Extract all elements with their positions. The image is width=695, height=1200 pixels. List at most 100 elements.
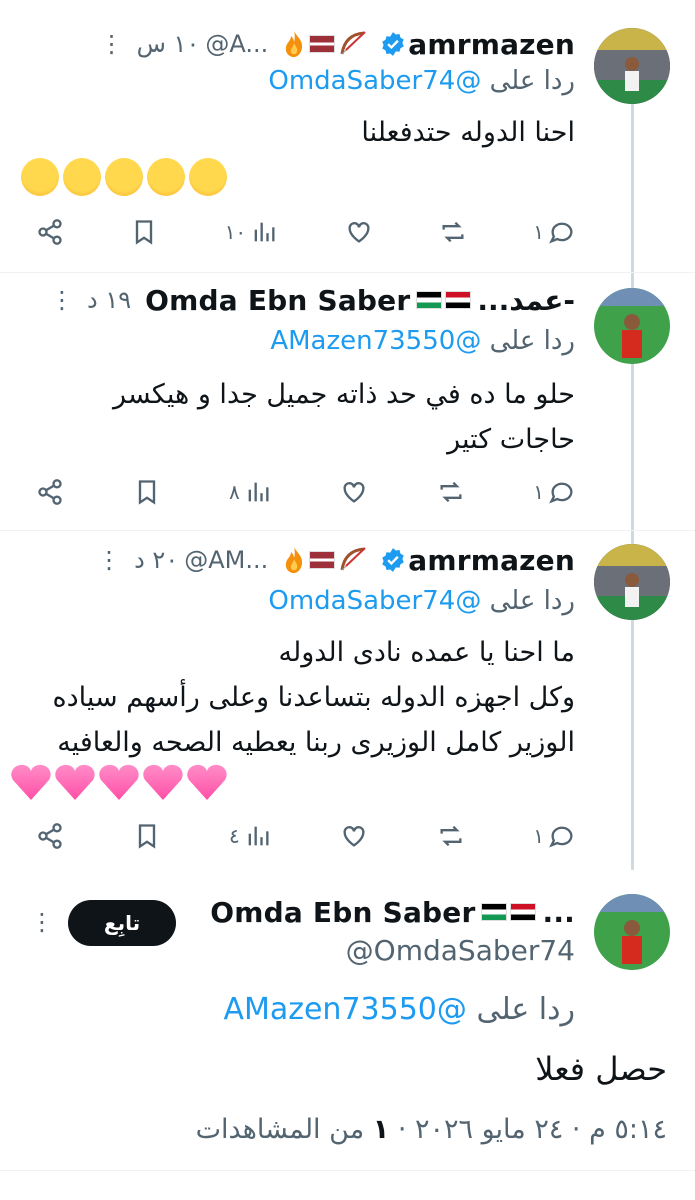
laughing-emoji-icon [105,158,143,196]
tweet-header: amrmazen @A... ١٠ س ⋮ [100,26,575,62]
more-icon[interactable]: ⋮ [97,546,121,574]
reply-button[interactable]: ١ [533,478,576,506]
retweet-button[interactable] [437,478,465,506]
fire-icon [286,31,303,57]
author-name[interactable]: amrmazen [408,28,575,61]
reply-icon [549,482,573,504]
reply-prefix: ردا على [489,66,575,96]
tweet-time[interactable]: ١٩ د [87,286,131,314]
like-button[interactable] [345,218,373,246]
retweet-button[interactable] [439,218,467,246]
retweet-button[interactable] [437,822,465,850]
views-count: ٨ [229,480,240,504]
views-button[interactable]: ٨ [229,478,272,506]
bookmark-icon [136,220,153,245]
laughing-emoji-icon [189,158,227,196]
verified-icon [382,548,404,572]
emoji-row [21,158,227,196]
laughing-emoji-icon [21,158,59,196]
tweet-header: ...عمد- Omda Ebn Saber ١٩ د ⋮ [50,282,575,318]
latvia-flag-icon [309,551,336,569]
reply-context: ردا على @AMazen73550 [223,992,575,1027]
egypt-flag-icon [510,903,537,921]
name-emojis [282,30,368,58]
reply-button[interactable]: ١ [533,822,576,850]
tweet-text: ما احنا يا عمده نادى الدوله وكل اجهزه ال… [15,630,576,765]
heart-ribbon-emoji-icon [55,764,95,800]
author-handle[interactable]: @A... [205,30,268,58]
author-handle[interactable]: @AM... [184,546,268,574]
views-button[interactable]: ٤ [229,822,272,850]
author-name-suffix[interactable]: ... [542,896,575,929]
like-button[interactable] [340,478,368,506]
views-icon [248,482,269,502]
author-name[interactable]: Omda Ebn Saber [145,284,410,317]
reply-prefix: ردا على [489,586,575,616]
bow-arrow-icon [340,547,366,571]
name-emojis [282,546,368,574]
fire-icon [286,547,303,573]
tweet-time[interactable]: ٢٠ د [134,546,178,574]
reply-button[interactable]: ١ [533,218,576,246]
more-icon[interactable]: ⋮ [100,30,124,58]
views-count: ١٠ [224,220,247,244]
reply-context: ردا على @AMazen73550 [270,326,575,356]
reply-prefix: ردا على [489,326,575,356]
bookmark-button[interactable] [130,218,158,246]
tweet-time[interactable]: ١٠ س [137,30,200,58]
tweet-actions: ١٠ ١ [36,212,576,252]
reply-count: ١ [533,824,544,848]
more-icon[interactable]: ⋮ [30,908,54,936]
views-count: ١ [372,1114,390,1145]
heart-ribbon-emoji-icon [187,764,227,800]
share-icon [38,479,62,505]
avatar[interactable] [594,28,670,104]
views-label: من المشاهدات [195,1114,373,1145]
heart-ribbon-emoji-icon [99,764,139,800]
bookmark-icon [138,480,155,505]
reply-context: ردا على @OmdaSaber74 [268,586,575,616]
reply-context: ردا على @OmdaSaber74 [268,66,575,96]
reply-mention[interactable]: @AMazen73550 [270,326,481,356]
follow-button[interactable]: تابِع [68,900,176,946]
reply-count: ١ [533,480,544,504]
verified-icon [382,32,404,56]
avatar[interactable] [594,288,670,364]
bookmark-icon [138,824,155,849]
author-name[interactable]: Omda Ebn Saber [210,896,475,929]
views-icon [248,826,269,846]
latvia-flag-icon [309,35,336,53]
tweet-timestamp: ٥:١٤ م · ٢٤ مايو ٢٠٢٦ · ١ من المشاهدات [196,1114,667,1145]
reply-mention[interactable]: @AMazen73550 [223,992,466,1027]
reply-mention[interactable]: @OmdaSaber74 [268,66,481,96]
tweet-actions: ٨ ١ [36,472,576,512]
author-name[interactable]: amrmazen [408,544,575,577]
reply-mention[interactable]: @OmdaSaber74 [268,586,481,616]
tweet-text-line: ما احنا يا عمده نادى الدوله [278,637,576,668]
views-count: ٤ [229,824,240,848]
author-handle[interactable]: @OmdaSaber74 [346,934,575,967]
palestine-flag-icon [416,291,443,309]
tweet-text-line: وكل اجهزه الدوله بتساعدنا وعلى رأسهم سيا… [52,682,576,713]
name-emojis [416,291,472,309]
reply-icon [549,826,573,848]
like-button[interactable] [340,822,368,850]
avatar[interactable] [594,894,670,970]
share-icon [38,823,62,849]
avatar[interactable] [594,544,670,620]
divider [0,1170,695,1171]
bookmark-button[interactable] [133,822,161,850]
tweet-text: حلو ما ده في حد ذاته جميل جدا و هيكسر حا… [15,372,575,462]
share-button[interactable] [36,478,64,506]
share-button[interactable] [36,822,64,850]
views-button[interactable]: ١٠ [225,218,278,246]
bookmark-button[interactable] [133,478,161,506]
tweet-text: احنا الدوله حتدفعلنا [15,110,575,155]
like-icon [343,826,365,847]
tweet-text-line: الوزير كامل الوزيرى ربنا يعطيه الصحه وال… [57,727,575,758]
author-name-prefix[interactable]: ...عمد- [477,284,575,317]
more-icon[interactable]: ⋮ [50,286,74,314]
views-icon [254,222,275,242]
timestamp-text[interactable]: ٥:١٤ م · ٢٤ مايو ٢٠٢٦ · [389,1114,667,1145]
share-button[interactable] [36,218,64,246]
